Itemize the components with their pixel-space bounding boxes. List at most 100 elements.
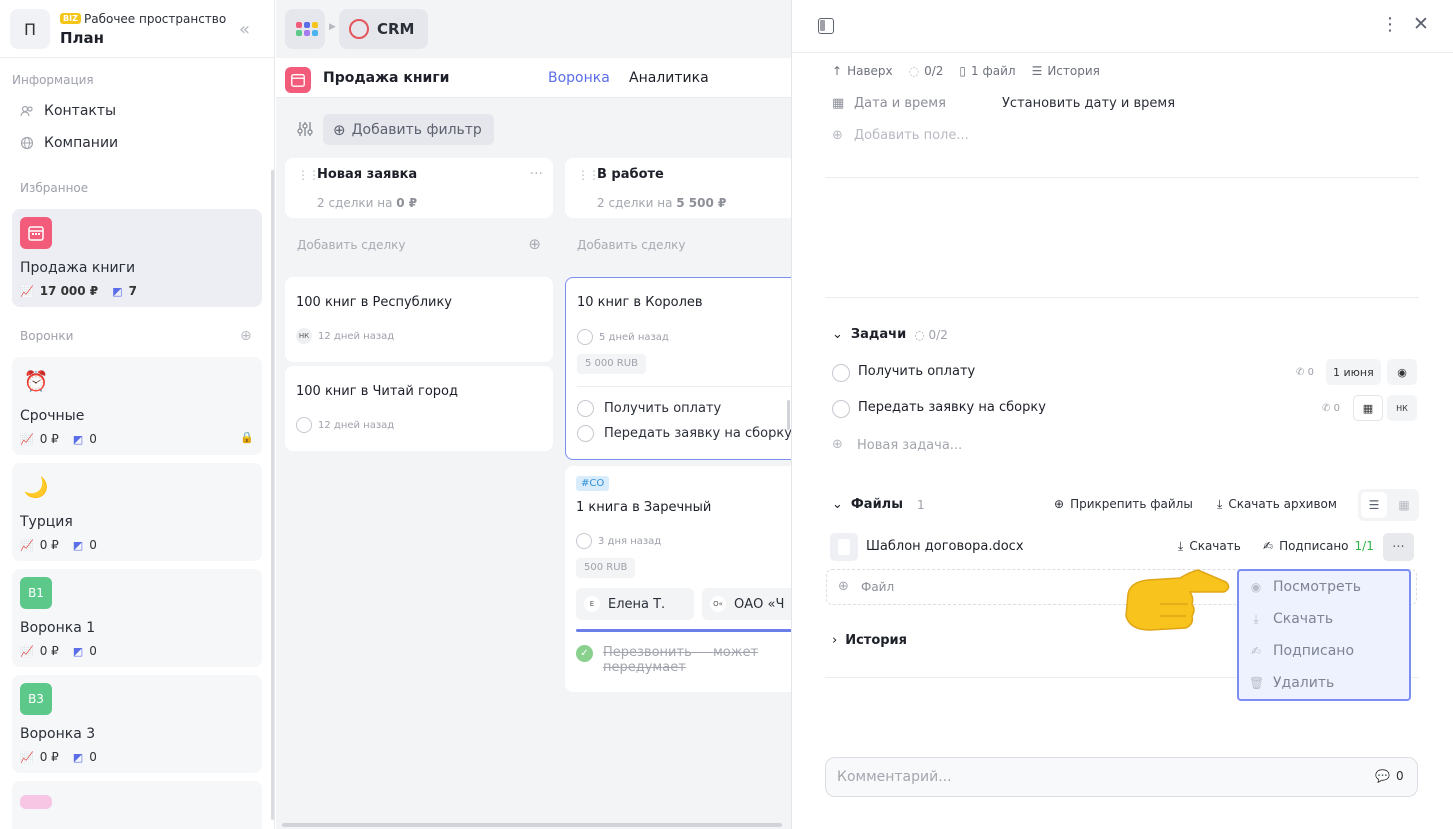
download-archive-button[interactable]: ⤓ Скачать архивом [1217, 497, 1337, 512]
deal-contact-chip[interactable]: Е Елена Т. [576, 588, 694, 620]
add-field-button[interactable]: Добавить поле... [854, 128, 969, 143]
task-checkbox[interactable] [832, 364, 850, 382]
file-name[interactable]: Шаблон договора.docx [866, 539, 1024, 554]
panel-task-row[interactable]: Получить оплату ✆ 0 1 июня ◉ [832, 358, 1417, 388]
contact-name: Елена Т. [608, 596, 666, 612]
task-checkbox[interactable] [577, 400, 594, 417]
comment-input[interactable]: Комментарий... 💬 0 [825, 757, 1418, 797]
deal-meta: НК 12 дней назад [296, 328, 394, 344]
new-task-input[interactable]: Новая задача... [857, 438, 962, 453]
collapse-sidebar-icon[interactable]: « [239, 19, 250, 40]
deal-time: 12 дней назад [318, 419, 395, 431]
deals-icon: ◩ [72, 750, 84, 764]
files-link[interactable]: ▯ 1 файл [959, 64, 1015, 78]
file-row[interactable]: Шаблон договора.docx ⤓ Скачать ✍ Подписано… [830, 532, 1417, 562]
go-up-link[interactable]: ↑ Наверх [832, 64, 893, 78]
column-new-request[interactable]: ⋮⋮ Новая заявка 2 сделки на 0 ₽ ··· [285, 158, 553, 218]
sidebar-item-contacts[interactable]: Контакты [20, 103, 116, 119]
menu-item-delete[interactable]: 🗑 Удалить [1249, 675, 1334, 691]
download-icon: ⤓ [1253, 611, 1259, 626]
workspace-name[interactable]: План [60, 29, 104, 47]
calendar-icon[interactable]: ▦ [1353, 395, 1383, 421]
assignee-avatar[interactable]: НК [1387, 395, 1417, 421]
deal-card[interactable]: 100 книг в Республику НК 12 дней назад [285, 277, 553, 362]
view-toggle: ☰ ▦ [1358, 489, 1419, 521]
funnel-card-partial[interactable] [12, 781, 262, 829]
menu-item-label: Скачать [1273, 611, 1334, 627]
column-summary: 2 сделки на 5 500 ₽ [597, 196, 726, 210]
plus-circle-icon: ⊕ [832, 128, 843, 143]
set-date-button[interactable]: Установить дату и время [1002, 96, 1175, 111]
crm-app-label: CRM [377, 20, 415, 38]
more-icon[interactable]: ··· [530, 166, 543, 182]
panel-resize-handle[interactable] [787, 400, 790, 430]
task-checkbox[interactable] [577, 425, 594, 442]
deal-card[interactable]: 100 книг в Читай город 12 дней назад [285, 366, 553, 451]
deal-card-selected[interactable]: 10 книг в Королев 5 дней назад 5 000 RUB… [565, 277, 791, 460]
drag-handle-icon[interactable]: ⋮⋮ [297, 168, 320, 182]
tab-analytics[interactable]: Аналитика [629, 70, 709, 86]
tab-funnel[interactable]: Воронка [548, 70, 610, 86]
files-section-header[interactable]: ⌄ Файлы 1 [832, 497, 925, 512]
add-deal-button[interactable]: Добавить сделку ⊕ [285, 227, 553, 265]
deal-task-done[interactable]: ✓ Перезвонить — может передумает [576, 645, 758, 675]
close-icon[interactable]: ✕ [1413, 13, 1429, 35]
deal-company-chip[interactable]: О« ОАО «Ч [702, 588, 791, 620]
workspace-avatar[interactable]: П [10, 9, 50, 49]
funnel-card-urgent[interactable]: ⏰ Срочные 📈 0 ₽ ◩ 0 🔒 [12, 357, 262, 455]
file-signed-button[interactable]: ✍ Подписано 1/1 [1263, 539, 1374, 553]
check-done-icon[interactable]: ✓ [576, 645, 593, 662]
menu-item-view[interactable]: ◉ Посмотреть [1249, 579, 1361, 595]
task-checkbox[interactable] [832, 400, 850, 418]
history-section-header[interactable]: › История [832, 633, 907, 648]
grid-view-icon[interactable]: ▦ [1391, 492, 1417, 518]
drag-handle-icon[interactable]: ⋮⋮ [577, 168, 600, 182]
assignee-placeholder-icon[interactable]: ◉ [1387, 359, 1417, 385]
funnel-card-3[interactable]: B3 Воронка 3 📈 0 ₽ ◩ 0 [12, 675, 262, 773]
download-icon: ⤓ [1217, 497, 1223, 511]
add-deal-button[interactable]: Добавить сделку [565, 227, 791, 265]
plus-circle-icon: ⊕ [1054, 497, 1065, 511]
comments-counter[interactable]: 💬 0 [1375, 769, 1404, 783]
kanban-area: ▶ CRM Продажа книги Воронка Аналитика ⊕ … [276, 0, 791, 829]
attach-files-label: Прикрепить файлы [1070, 497, 1193, 511]
deal-meta: 12 дней назад [296, 417, 394, 433]
workspace-header[interactable]: П BIZ Рабочее пространство План « [0, 0, 275, 58]
summary-prefix: 2 сделки на [597, 196, 677, 210]
column-summary: 2 сделки на 0 ₽ [317, 196, 417, 210]
history-label: История [1047, 64, 1100, 78]
sidebar-item-companies[interactable]: Компании [20, 135, 118, 151]
menu-item-download[interactable]: ⤓ Скачать [1249, 611, 1333, 627]
apps-grid-button[interactable] [285, 9, 325, 49]
menu-item-signed[interactable]: ✍ Подписано [1249, 643, 1354, 659]
task-date-badge[interactable]: 1 июня [1326, 359, 1381, 385]
history-link[interactable]: ☰ История [1032, 64, 1100, 78]
sidebar-toggle-icon[interactable] [818, 18, 834, 34]
sliders-icon[interactable] [296, 120, 314, 142]
deal-task[interactable]: Получить оплату [577, 400, 721, 417]
horizontal-scrollbar[interactable] [282, 823, 782, 827]
funnel-card-1[interactable]: B1 Воронка 1 📈 0 ₽ ◩ 0 [12, 569, 262, 667]
more-vertical-icon[interactable]: ⋮ [1381, 14, 1399, 35]
files-label: 1 файл [971, 64, 1016, 78]
tasks-count: ◌ 0/2 [914, 327, 948, 342]
deal-task[interactable]: Передать заявку на сборку [577, 425, 791, 442]
progress-link[interactable]: ◌ 0/2 [909, 64, 944, 78]
favorite-card-book-sale[interactable]: Продажа книги 📈 17 000 ₽ ◩ 7 [12, 209, 262, 307]
crm-app-button[interactable]: CRM [339, 9, 428, 49]
add-filter-label: Добавить фильтр [351, 121, 482, 138]
panel-task-row[interactable]: Передать заявку на сборку ✆ 0 ▦ НК [832, 394, 1417, 424]
tasks-section-header[interactable]: ⌄ Задачи ◌ 0/2 [832, 327, 948, 342]
task-title: Получить оплату [604, 401, 722, 416]
deal-card[interactable]: #CO 1 книга в Заречный 3 дня назад 500 R… [565, 466, 791, 692]
add-funnel-icon[interactable]: ⊕ [240, 328, 252, 344]
column-in-progress[interactable]: ⋮⋮ В работе 2 сделки на 5 500 ₽ [565, 158, 791, 218]
chart-icon: 📈 [20, 750, 34, 764]
file-more-button[interactable]: ··· [1383, 533, 1414, 561]
list-view-icon[interactable]: ☰ [1361, 492, 1387, 518]
attach-files-button[interactable]: ⊕ Прикрепить файлы [1054, 497, 1193, 511]
add-filter-button[interactable]: ⊕ Добавить фильтр [323, 114, 494, 145]
sidebar-scrollbar[interactable] [271, 170, 274, 820]
file-download-button[interactable]: ⤓ Скачать [1178, 539, 1241, 554]
funnel-card-turkey[interactable]: 🌙 Турция 📈 0 ₽ ◩ 0 [12, 463, 262, 561]
